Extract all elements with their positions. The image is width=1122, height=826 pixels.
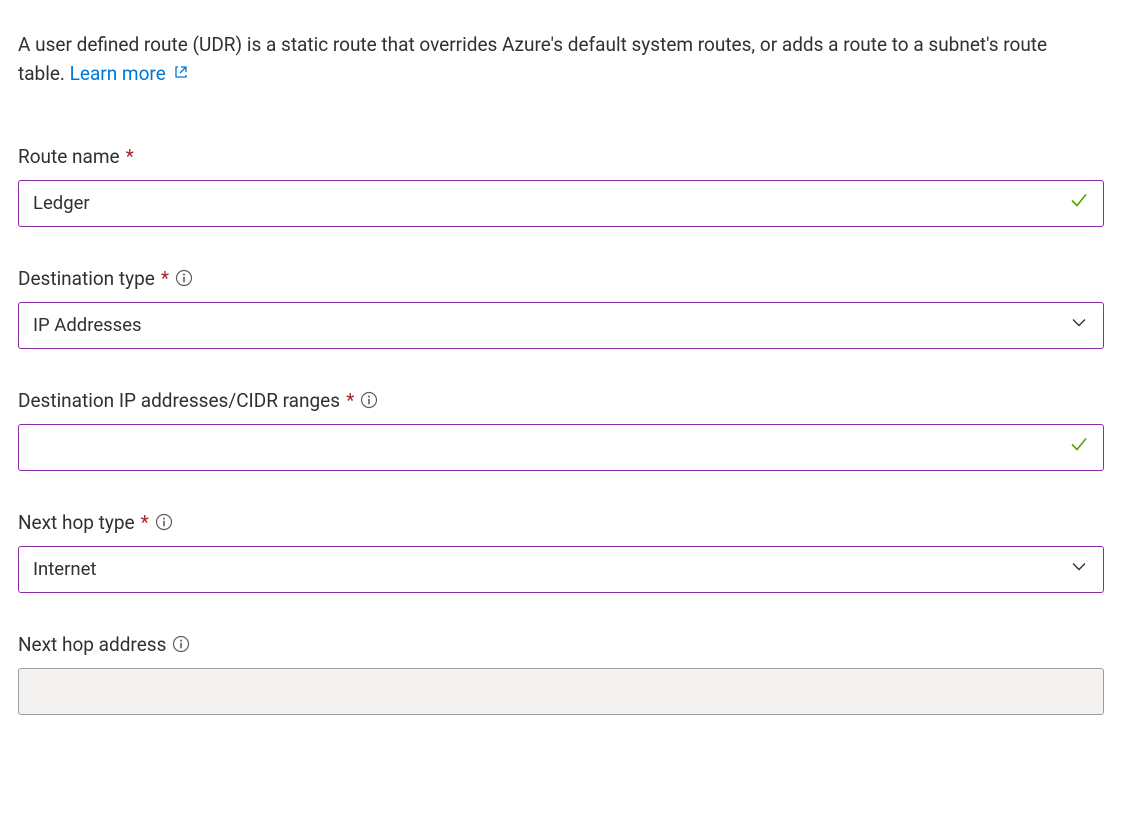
route-name-label: Route name *: [18, 145, 1104, 168]
required-indicator: *: [161, 267, 169, 290]
learn-more-link[interactable]: Learn more: [70, 62, 190, 85]
next-hop-type-select[interactable]: Internet: [18, 546, 1104, 593]
destination-type-label: Destination type *: [18, 267, 1104, 290]
required-indicator: *: [346, 389, 354, 412]
external-link-icon: [173, 59, 189, 88]
required-indicator: *: [126, 145, 134, 168]
next-hop-type-label: Next hop type *: [18, 511, 1104, 534]
next-hop-type-group: Next hop type * Internet: [18, 511, 1104, 593]
destination-cidr-input[interactable]: [18, 424, 1104, 471]
route-name-input[interactable]: [18, 180, 1104, 227]
info-icon[interactable]: [175, 269, 193, 287]
next-hop-address-group: Next hop address: [18, 633, 1104, 715]
destination-cidr-group: Destination IP addresses/CIDR ranges *: [18, 389, 1104, 471]
info-icon[interactable]: [360, 391, 378, 409]
next-hop-address-input: [18, 668, 1104, 715]
info-icon[interactable]: [172, 635, 190, 653]
required-indicator: *: [141, 511, 149, 534]
destination-cidr-label: Destination IP addresses/CIDR ranges *: [18, 389, 1104, 412]
next-hop-address-label: Next hop address: [18, 633, 1104, 656]
destination-type-select[interactable]: IP Addresses: [18, 302, 1104, 349]
page-description: A user defined route (UDR) is a static r…: [18, 30, 1078, 89]
destination-type-group: Destination type * IP Addresses: [18, 267, 1104, 349]
info-icon[interactable]: [155, 513, 173, 531]
route-name-group: Route name *: [18, 145, 1104, 227]
